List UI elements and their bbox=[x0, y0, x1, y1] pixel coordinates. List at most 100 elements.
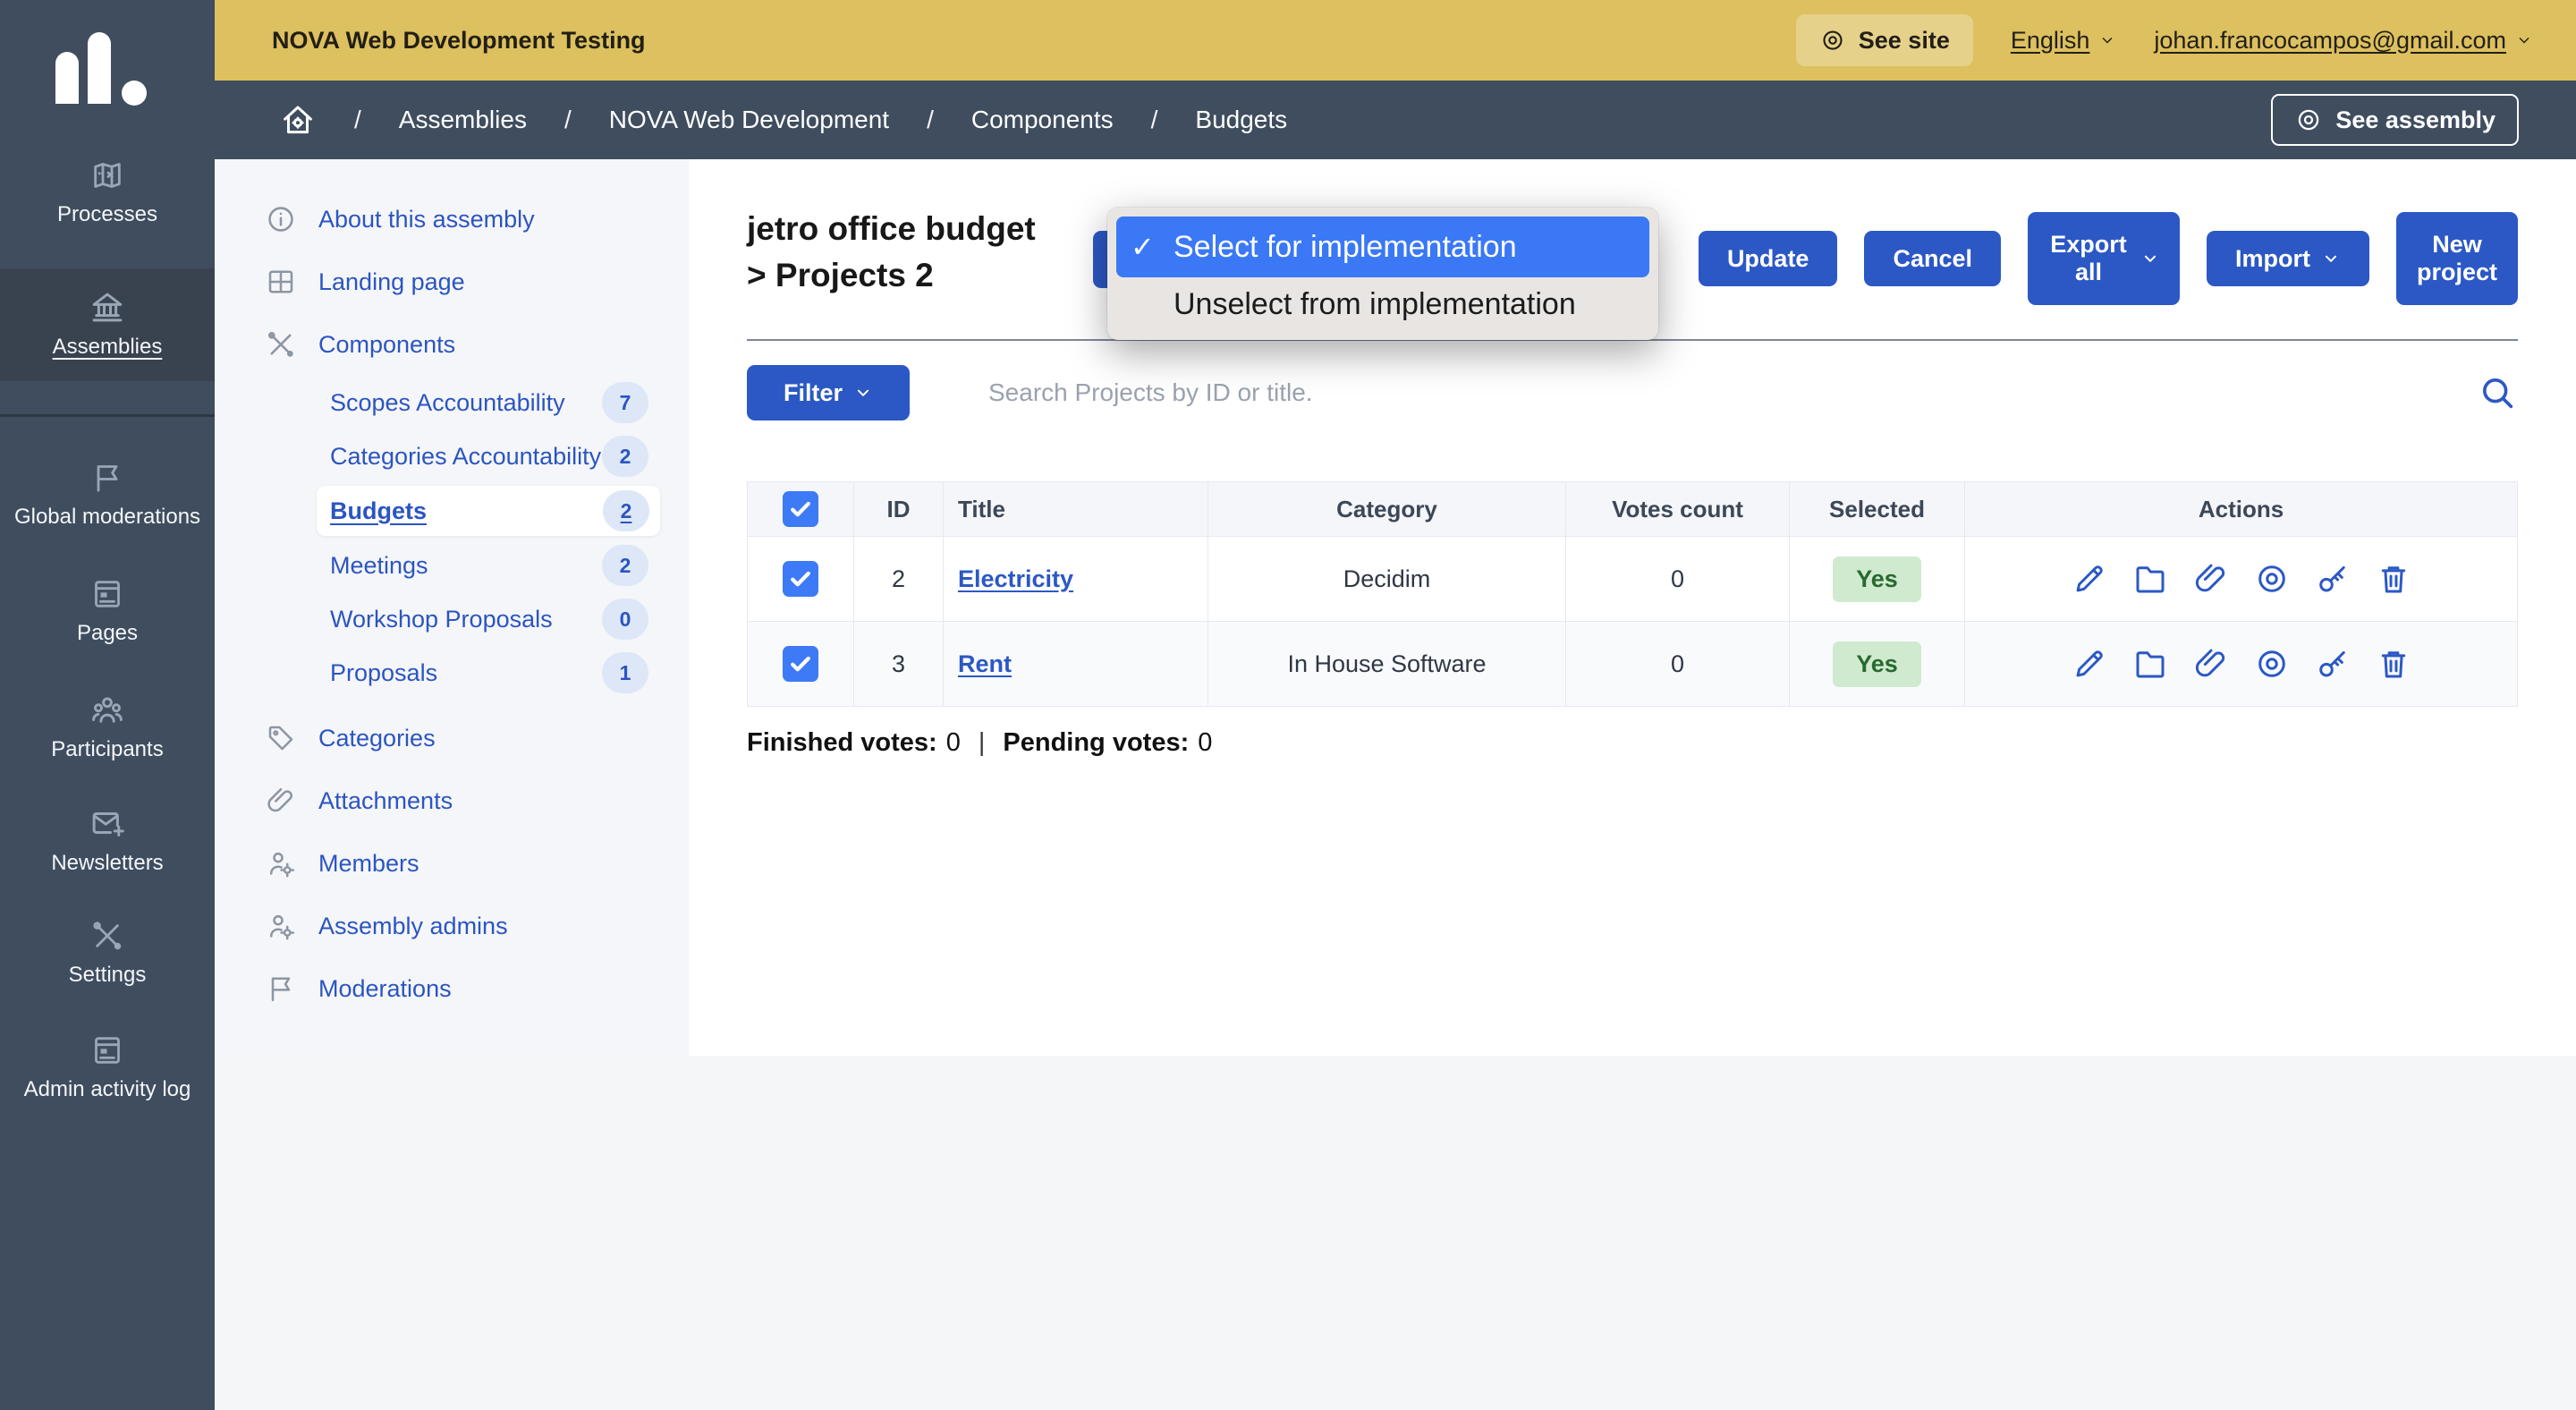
header-actions: Update Cancel Export all Import New proj… bbox=[1699, 211, 2518, 306]
menu-subitem-label: Budgets bbox=[330, 497, 427, 525]
export-all-button[interactable]: Export all bbox=[2028, 212, 2180, 305]
row-selected-cell: Yes bbox=[1790, 622, 1965, 706]
user-menu[interactable]: johan.francocampos@gmail.com bbox=[2154, 27, 2533, 55]
menu-subitem-proposals[interactable]: Proposals 1 bbox=[215, 646, 689, 700]
votes-separator: | bbox=[979, 728, 986, 758]
menu-item-landing-page[interactable]: Landing page bbox=[215, 251, 689, 313]
chevron-down-icon bbox=[2515, 31, 2533, 49]
menu-subitem-workshop-proposals[interactable]: Workshop Proposals 0 bbox=[215, 592, 689, 646]
menu-item-moderations[interactable]: Moderations bbox=[215, 957, 689, 1020]
filter-button[interactable]: Filter bbox=[747, 365, 910, 420]
trash-icon[interactable] bbox=[2375, 560, 2412, 598]
breadcrumb-item-assemblies[interactable]: Assemblies bbox=[399, 106, 527, 134]
home-icon[interactable] bbox=[279, 101, 317, 139]
breadcrumb-item-budgets[interactable]: Budgets bbox=[1195, 106, 1287, 134]
menu-item-attachments[interactable]: Attachments bbox=[215, 769, 689, 832]
info-icon bbox=[265, 203, 297, 235]
paperclip-icon[interactable] bbox=[2192, 645, 2230, 683]
menu-subitem-label: Categories Accountability bbox=[330, 443, 601, 471]
organization-title: NOVA Web Development Testing bbox=[272, 27, 646, 55]
row-id: 2 bbox=[854, 537, 944, 621]
selected-badge: Yes bbox=[1833, 641, 1921, 687]
count-badge: 7 bbox=[602, 382, 648, 423]
import-button[interactable]: Import bbox=[2207, 231, 2369, 286]
table-header-row: ID Title Category Votes count Selected A… bbox=[748, 482, 2517, 536]
menu-item-assembly-admins[interactable]: Assembly admins bbox=[215, 895, 689, 957]
decidim-logo[interactable] bbox=[54, 25, 152, 111]
project-title-link[interactable]: Rent bbox=[958, 650, 1012, 678]
menu-subitem-meetings[interactable]: Meetings 2 bbox=[215, 539, 689, 592]
folder-icon[interactable] bbox=[2131, 560, 2169, 598]
menu-item-members[interactable]: Members bbox=[215, 832, 689, 895]
row-votes-count: 0 bbox=[1566, 622, 1790, 706]
search-input[interactable] bbox=[988, 378, 2459, 407]
trash-icon[interactable] bbox=[2375, 645, 2412, 683]
search-icon[interactable] bbox=[2477, 372, 2518, 413]
sidebar-item-label: Pages bbox=[77, 621, 138, 646]
menu-item-about-assembly[interactable]: About this assembly bbox=[215, 188, 689, 251]
folder-icon[interactable] bbox=[2131, 645, 2169, 683]
edit-pencil-icon[interactable] bbox=[2071, 645, 2108, 683]
sidebar-divider bbox=[0, 414, 215, 417]
count-badge: 2 bbox=[602, 545, 648, 586]
person-gear-icon bbox=[265, 847, 297, 879]
sidebar-item-label: Assemblies bbox=[53, 335, 163, 360]
menu-subitem-budgets[interactable]: Budgets 2 bbox=[317, 486, 660, 536]
menu-item-categories[interactable]: Categories bbox=[215, 707, 689, 769]
key-icon[interactable] bbox=[2314, 560, 2351, 598]
paperclip-icon bbox=[265, 785, 297, 817]
project-title-link[interactable]: Electricity bbox=[958, 565, 1073, 593]
menu-item-components[interactable]: Components bbox=[215, 313, 689, 376]
chevron-down-icon bbox=[2321, 249, 2341, 268]
menu-subitem-categories-accountability[interactable]: Categories Accountability 2 bbox=[215, 429, 689, 483]
header-title: Title bbox=[944, 482, 1208, 536]
sidebar-item-global-moderations[interactable]: Global moderations bbox=[0, 447, 215, 542]
breadcrumb-item-assembly[interactable]: NOVA Web Development bbox=[609, 106, 889, 134]
select-all-checkbox[interactable] bbox=[783, 491, 818, 527]
menu-subitem-label: Scopes Accountability bbox=[330, 389, 565, 417]
row-checkbox[interactable] bbox=[783, 646, 818, 682]
row-checkbox[interactable] bbox=[783, 561, 818, 597]
votes-summary: Finished votes: 0 | Pending votes: 0 bbox=[747, 728, 1212, 758]
cancel-button[interactable]: Cancel bbox=[1864, 231, 2001, 286]
paperclip-icon[interactable] bbox=[2192, 560, 2230, 598]
new-project-button[interactable]: New project bbox=[2396, 212, 2518, 305]
preview-target-icon[interactable] bbox=[2253, 645, 2291, 683]
language-selector[interactable]: English bbox=[2011, 27, 2117, 55]
menu-item-label: About this assembly bbox=[318, 206, 535, 234]
see-assembly-button[interactable]: See assembly bbox=[2271, 94, 2519, 146]
page-title-line1: jetro office budget bbox=[747, 210, 1036, 247]
key-icon[interactable] bbox=[2314, 645, 2351, 683]
mail-plus-icon bbox=[89, 804, 126, 842]
count-badge: 1 bbox=[602, 652, 648, 693]
sidebar-item-processes[interactable]: Processes bbox=[0, 145, 215, 240]
sidebar-item-settings[interactable]: Settings bbox=[0, 905, 215, 1000]
chevron-down-icon bbox=[2098, 31, 2116, 49]
projects-table: ID Title Category Votes count Selected A… bbox=[747, 481, 2518, 707]
update-button[interactable]: Update bbox=[1699, 231, 1838, 286]
preview-target-icon[interactable] bbox=[2253, 560, 2291, 598]
breadcrumb-separator: / bbox=[927, 106, 934, 134]
dropdown-option-unselect-from-implementation[interactable]: Unselect from implementation bbox=[1116, 277, 1649, 331]
chevron-down-icon bbox=[2140, 249, 2160, 268]
sidebar-item-assemblies[interactable]: Assemblies bbox=[0, 268, 215, 381]
sidebar-item-pages[interactable]: Pages bbox=[0, 564, 215, 658]
menu-subitem-scopes-accountability[interactable]: Scopes Accountability 7 bbox=[215, 376, 689, 429]
map-icon bbox=[89, 157, 125, 193]
menu-item-label: Landing page bbox=[318, 268, 465, 296]
breadcrumb-item-components[interactable]: Components bbox=[971, 106, 1114, 134]
tag-icon bbox=[265, 722, 297, 754]
page-background bbox=[215, 1056, 2576, 1410]
menu-item-label: Assembly admins bbox=[318, 913, 508, 940]
sidebar-item-admin-activity-log[interactable]: Admin activity log bbox=[0, 1020, 215, 1115]
target-icon bbox=[1819, 27, 1846, 54]
sidebar-item-newsletters[interactable]: Newsletters bbox=[0, 792, 215, 888]
flag-icon bbox=[265, 973, 297, 1005]
see-site-button[interactable]: See site bbox=[1796, 14, 1973, 66]
target-icon bbox=[2294, 106, 2323, 134]
row-id: 3 bbox=[854, 622, 944, 706]
count-badge: 2 bbox=[602, 436, 648, 477]
edit-pencil-icon[interactable] bbox=[2071, 560, 2108, 598]
sidebar-item-participants[interactable]: Participants bbox=[0, 678, 215, 775]
dropdown-option-select-for-implementation[interactable]: ✓ Select for implementation bbox=[1116, 217, 1649, 277]
